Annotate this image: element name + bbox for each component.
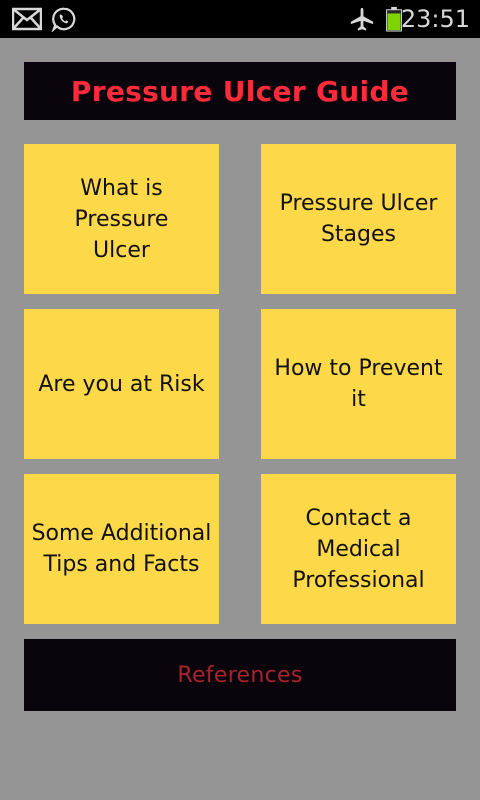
- tile-additional-tips-and-facts[interactable]: Some Additional Tips and Facts: [24, 474, 219, 624]
- tile-label: What is Pressure Ulcer: [74, 175, 169, 263]
- references-label: References: [177, 662, 303, 688]
- status-bar: 23:51: [0, 0, 480, 38]
- app-title: Pressure Ulcer Guide: [70, 74, 410, 108]
- clock: 23:51: [400, 5, 470, 33]
- references-button[interactable]: References: [24, 639, 456, 711]
- tile-label: Are you at Risk: [38, 371, 205, 397]
- tile-pressure-ulcer-stages[interactable]: Pressure Ulcer Stages: [261, 144, 456, 294]
- tile-label: Some Additional Tips and Facts: [31, 521, 212, 577]
- tile-contact-medical-professional[interactable]: Contact a Medical Professional: [261, 474, 456, 624]
- header-banner: Pressure Ulcer Guide: [24, 62, 456, 120]
- tile-what-is-pressure-ulcer[interactable]: What is Pressure Ulcer: [24, 144, 219, 294]
- tile-label: Contact a Medical Professional: [292, 505, 425, 593]
- tile-label: How to Prevent it: [274, 356, 443, 412]
- whatsapp-icon: [51, 7, 76, 32]
- tile-are-you-at-risk[interactable]: Are you at Risk: [24, 309, 219, 459]
- tile-label: Pressure Ulcer Stages: [279, 191, 438, 247]
- mail-icon: [12, 7, 42, 31]
- tile-how-to-prevent-it[interactable]: How to Prevent it: [261, 309, 456, 459]
- airplane-mode-icon: [350, 7, 374, 31]
